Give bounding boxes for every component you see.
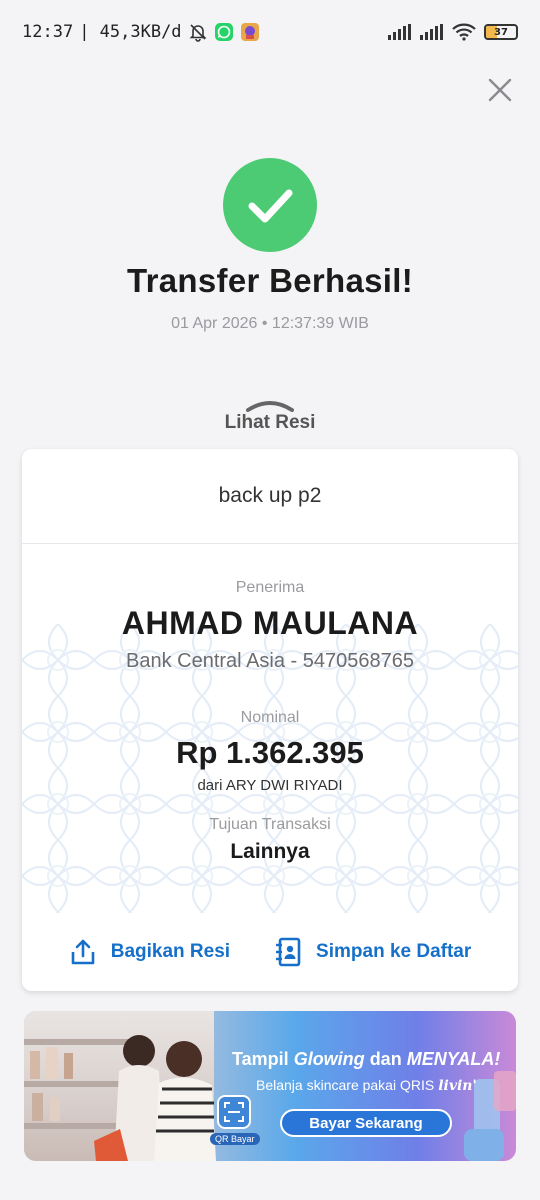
share-receipt-label: Bagikan Resi — [110, 941, 231, 962]
checkmark-icon — [248, 189, 293, 223]
recipient-bank-account: Bank Central Asia - 5470568765 — [126, 650, 414, 672]
contact-book-icon — [276, 937, 301, 967]
livin-logo: livin' — [438, 1078, 477, 1094]
signal-1-icon — [388, 24, 412, 40]
banner-subline: Belanja skincare pakai QRIS livin' — [256, 1077, 477, 1094]
transfer-amount: Rp 1.362.395 — [176, 735, 364, 770]
receipt-actions: Bagikan Resi Simpan ke Daftar — [22, 913, 518, 991]
view-receipt-label: Lihat Resi — [224, 412, 316, 433]
chevron-up-icon — [246, 401, 294, 412]
promo-banner[interactable]: Tampil Glowing dan MENYALA! Belanja skin… — [24, 1011, 516, 1161]
close-button[interactable] — [486, 76, 514, 104]
game-app-icon — [240, 22, 260, 42]
recipient-label: Penerima — [235, 579, 305, 596]
sender-name: dari ARY DWI RIYADI — [197, 777, 343, 794]
status-bar: 12:37 | 45,3KB/d 37 — [0, 0, 540, 64]
battery-level: 37 — [494, 26, 508, 38]
banner-headline-italic: Glowing — [293, 1049, 365, 1069]
receipt-card: back up p2 Penerima AHMAD MAULANA Bank C… — [22, 449, 518, 991]
save-to-list-label: Simpan ke Daftar — [316, 941, 472, 962]
recipient-name: AHMAD MAULANA — [121, 605, 419, 641]
network-speed: | 45,3KB/d — [79, 22, 182, 42]
qr-pay-label: QR Bayar — [210, 1133, 260, 1145]
status-right: 37 — [388, 23, 518, 41]
close-icon — [488, 78, 512, 102]
signal-2-icon — [420, 24, 444, 40]
banner-subline-text: Belanja skincare pakai QRIS — [256, 1077, 435, 1093]
status-time: 12:37 — [22, 22, 74, 42]
banner-headline-bold: MENYALA! — [406, 1049, 501, 1069]
success-check-badge — [223, 158, 317, 252]
mute-bell-icon — [188, 22, 208, 42]
status-left: 12:37 | 45,3KB/d — [22, 22, 260, 42]
view-receipt-toggle[interactable]: Lihat Resi — [0, 398, 540, 434]
pay-now-button[interactable]: Bayar Sekarang — [280, 1109, 452, 1137]
transfer-datetime: 01 Apr 2026 • 12:37:39 WIB — [171, 315, 369, 332]
share-receipt-button[interactable]: Bagikan Resi — [69, 938, 230, 966]
save-to-list-button[interactable]: Simpan ke Daftar — [274, 937, 471, 967]
receipt-content: Penerima AHMAD MAULANA Bank Central Asia… — [22, 544, 518, 864]
purpose-label: Tujuan Transaksi — [209, 816, 331, 833]
banner-headline: Tampil Glowing dan MENYALA! — [232, 1049, 500, 1070]
banner-headline-prefix: Tampil — [232, 1049, 294, 1069]
transaction-purpose: Lainnya — [230, 840, 310, 863]
wifi-icon — [452, 23, 476, 41]
qr-pay-icon — [217, 1095, 251, 1129]
transfer-status-title: Transfer Berhasil! — [126, 262, 413, 299]
battery-icon: 37 — [484, 24, 518, 40]
amount-label: Nominal — [240, 709, 300, 726]
transfer-note: back up p2 — [22, 449, 518, 544]
receipt-details: Penerima AHMAD MAULANA Bank Central Asia… — [22, 544, 518, 914]
share-icon — [71, 939, 95, 965]
whatsapp-icon — [214, 22, 234, 42]
banner-headline-mid: dan — [364, 1049, 407, 1069]
